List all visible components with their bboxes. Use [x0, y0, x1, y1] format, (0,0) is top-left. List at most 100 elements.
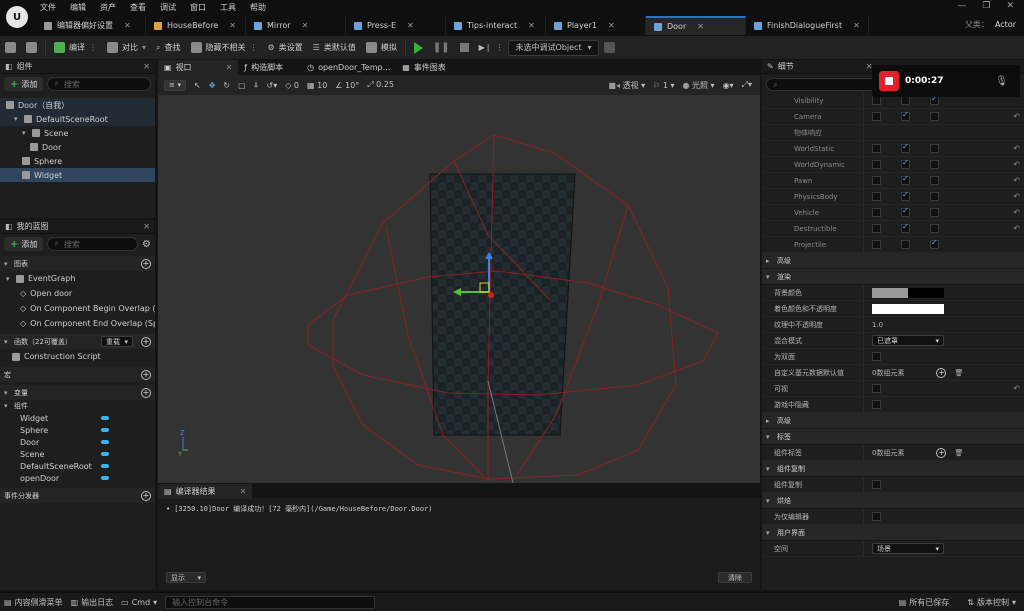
view-mode-button[interactable]: ● 光照 ▾: [682, 80, 714, 91]
checkbox[interactable]: [872, 240, 881, 249]
save-all-status[interactable]: ▤ 所有已保存: [899, 597, 950, 608]
maximize-icon[interactable]: ❐: [982, 1, 990, 11]
checkbox[interactable]: [872, 400, 881, 409]
variable-item[interactable]: openDoor: [0, 472, 155, 484]
variable-type-pill[interactable]: [101, 476, 109, 480]
component-item[interactable]: Sphere: [0, 154, 155, 168]
parent-class-value[interactable]: Actor: [995, 20, 1016, 29]
variable-item[interactable]: DefaultSceneRoot: [0, 460, 155, 472]
color-swatch[interactable]: [872, 287, 944, 298]
stop-button[interactable]: [455, 37, 474, 59]
gear-icon[interactable]: ⚙: [142, 239, 151, 250]
camera-speed-button[interactable]: ⚐ 1 ▾: [653, 81, 674, 90]
play-button[interactable]: [409, 37, 428, 59]
close-icon[interactable]: ✕: [226, 63, 233, 72]
checkbox[interactable]: [872, 208, 881, 217]
show-dropdown[interactable]: 显示 ▾: [166, 572, 206, 583]
components-group[interactable]: ▾ 组件: [0, 400, 155, 412]
widget-plane[interactable]: [429, 173, 576, 436]
find-button[interactable]: ⌕ 查找: [151, 37, 185, 59]
component-item[interactable]: ▾ Scene: [0, 126, 155, 140]
source-control-button[interactable]: ⇅ 版本控制 ▾: [967, 597, 1016, 608]
menu-item[interactable]: 窗口: [190, 2, 206, 13]
browse-button[interactable]: [21, 37, 42, 59]
save-button[interactable]: [0, 37, 21, 59]
menu-item[interactable]: 调试: [160, 2, 176, 13]
component-item[interactable]: Widget: [0, 168, 155, 182]
reset-to-default-icon[interactable]: ↶: [1013, 144, 1020, 153]
reset-to-default-icon[interactable]: ↶: [1013, 208, 1020, 217]
tab-compiler-results[interactable]: ▤ 编译器结果 ✕: [158, 483, 253, 499]
menu-item[interactable]: 编辑: [70, 2, 86, 13]
variable-type-pill[interactable]: [101, 440, 109, 444]
close-icon[interactable]: ✕: [302, 21, 309, 30]
checkbox[interactable]: [901, 240, 910, 249]
event-item[interactable]: ◇On Component Begin Overlap (Sph: [0, 301, 155, 316]
checkbox[interactable]: [930, 144, 939, 153]
dropdown[interactable]: 场景 ▾: [872, 543, 944, 554]
checkbox[interactable]: [872, 96, 881, 105]
stop-recording-button[interactable]: [879, 71, 899, 91]
add-macro-button[interactable]: +: [141, 369, 151, 380]
checkbox[interactable]: [901, 158, 910, 169]
checkbox[interactable]: [901, 110, 910, 121]
reset-to-default-icon[interactable]: ↶: [1013, 384, 1020, 393]
perspective-button[interactable]: ■◂ 透视 ▾: [608, 80, 645, 91]
checkbox[interactable]: [930, 192, 939, 201]
variable-type-pill[interactable]: [101, 416, 109, 420]
checkbox[interactable]: [930, 176, 939, 185]
checkbox[interactable]: [872, 352, 881, 361]
trash-icon[interactable]: 🗑︎: [954, 449, 963, 457]
close-icon[interactable]: ✕: [608, 21, 615, 30]
details-section[interactable]: ▸ 高级: [762, 253, 1024, 269]
color-swatch[interactable]: [872, 303, 944, 314]
class-settings-button[interactable]: ⚙ 类设置: [263, 37, 308, 59]
checkbox[interactable]: [872, 480, 881, 489]
tab-event-graph[interactable]: ▦ 事件图表: [396, 60, 452, 75]
variable-item[interactable]: Sphere: [0, 424, 155, 436]
minimize-icon[interactable]: —: [957, 1, 966, 11]
close-icon[interactable]: ✕: [697, 22, 704, 31]
add-element-button[interactable]: +: [936, 447, 947, 458]
add-function-button[interactable]: +: [141, 336, 151, 347]
menu-item[interactable]: 查看: [130, 2, 146, 13]
checkbox[interactable]: [930, 238, 939, 249]
components-search-input[interactable]: ⌕ 搜索: [47, 77, 151, 91]
unreal-logo-icon[interactable]: U: [6, 6, 28, 28]
reset-to-default-icon[interactable]: ↶: [1013, 224, 1020, 233]
rotate-tool-icon[interactable]: ↻: [223, 81, 230, 90]
override-dropdown[interactable]: 重载 ▾: [101, 336, 133, 347]
event-dispatchers-section[interactable]: 事件分发器 +: [0, 488, 155, 503]
menu-item[interactable]: 工具: [220, 2, 236, 13]
clear-button[interactable]: 清除: [718, 572, 752, 583]
checkbox[interactable]: [872, 192, 881, 201]
cmd-dropdown[interactable]: ▭ Cmd ▾: [121, 598, 157, 607]
details-section[interactable]: ▸ 高级: [762, 413, 1024, 429]
simulate-button[interactable]: 模拟: [361, 37, 402, 59]
event-item[interactable]: ◇ On Component End Overlap (Sphe: [0, 316, 155, 331]
add-dispatcher-button[interactable]: +: [141, 490, 151, 501]
reset-to-default-icon[interactable]: ↶: [1013, 160, 1020, 169]
checkbox[interactable]: [901, 174, 910, 185]
checkbox[interactable]: [872, 384, 881, 393]
reset-to-default-icon[interactable]: ↶: [1013, 176, 1020, 185]
checkbox[interactable]: [930, 160, 939, 169]
reset-to-default-icon[interactable]: ↶: [1013, 192, 1020, 201]
snap-zero-toggle[interactable]: ◇ 0: [285, 81, 299, 90]
close-icon[interactable]: ✕: [143, 222, 150, 231]
debug-object-select[interactable]: 未选中调试Object ▾: [508, 39, 599, 56]
realtime-icon[interactable]: ⤢▾: [742, 80, 752, 90]
details-section[interactable]: ▾ 渲染: [762, 269, 1024, 285]
variables-section[interactable]: ▾ 变量 +: [0, 385, 155, 400]
coordinate-space-icon[interactable]: ⍋: [254, 80, 259, 90]
move-tool-icon[interactable]: ✥: [209, 81, 216, 90]
details-section[interactable]: ▾ 标签: [762, 429, 1024, 445]
document-tab[interactable]: Press-E ✕: [346, 16, 446, 35]
variable-item[interactable]: Door: [0, 436, 155, 448]
details-section[interactable]: ▾ 用户界面: [762, 525, 1024, 541]
menu-item[interactable]: 帮助: [250, 2, 266, 13]
scale-tool-icon[interactable]: ▢: [238, 81, 246, 90]
show-flags-icon[interactable]: ◉▾: [723, 81, 734, 90]
checkbox[interactable]: [901, 142, 910, 153]
close-icon[interactable]: ✕: [240, 487, 247, 496]
